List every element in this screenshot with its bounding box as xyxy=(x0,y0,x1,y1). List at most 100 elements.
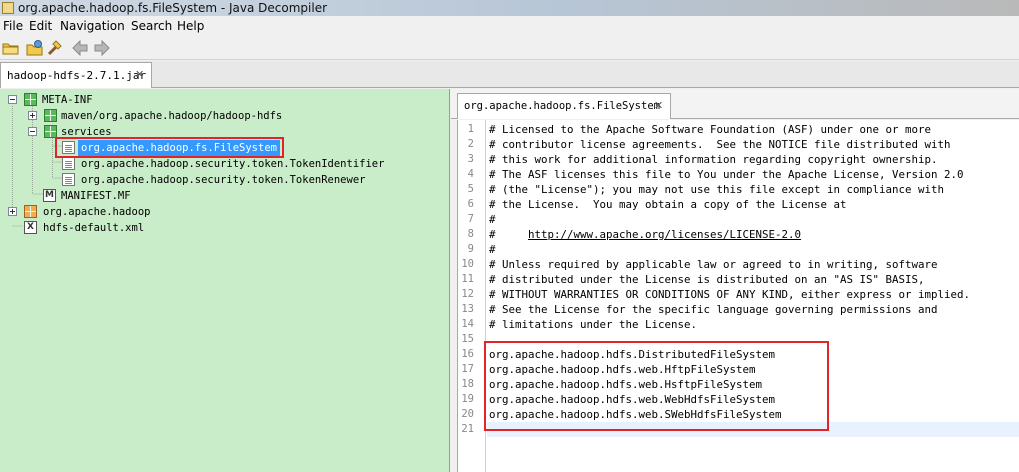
tree-node-meta-inf[interactable]: META-INF xyxy=(0,92,450,108)
jar-tab[interactable]: hadoop-hdfs-2.7.1.jar ✕ xyxy=(0,62,152,88)
code-line: org.apache.hadoop.hdfs.web.HftpFileSyste… xyxy=(489,363,756,376)
code-line: # contributor license agreements. See th… xyxy=(489,138,951,151)
line-number: 19 xyxy=(461,393,474,405)
line-number: 21 xyxy=(461,423,474,435)
line-number: 7 xyxy=(467,213,474,225)
tree-node-tokenrenewer[interactable]: org.apache.hadoop.security.token.TokenRe… xyxy=(0,172,450,188)
tree-node-tokenidentifier[interactable]: org.apache.hadoop.security.token.TokenId… xyxy=(0,156,450,172)
collapse-icon[interactable] xyxy=(8,95,17,104)
code-line: # (the "License"); you may not use this … xyxy=(489,183,945,196)
tree-label-maven: maven/org.apache.hadoop/hadoop-hdfs xyxy=(61,110,283,122)
close-icon[interactable]: ✕ xyxy=(654,100,663,112)
java-decompiler-window: org.apache.hadoop.fs.FileSystem - Java D… xyxy=(0,0,1019,472)
tree-label-filesystem-selected: org.apache.hadoop.fs.FileSystem xyxy=(78,140,280,156)
jar-tab-strip: hadoop-hdfs-2.7.1.jar ✕ xyxy=(0,61,1019,88)
code-line: # http://www.apache.org/licenses/LICENSE… xyxy=(489,228,802,241)
code-line: # The ASF licenses this file to You unde… xyxy=(489,168,964,181)
collapse-icon[interactable] xyxy=(28,127,37,136)
line-number: 13 xyxy=(461,303,474,315)
line-number: 17 xyxy=(461,363,474,375)
code-line: # See the License for the specific langu… xyxy=(489,303,938,316)
code-line: org.apache.hadoop.hdfs.web.HsftpFileSyst… xyxy=(489,378,763,391)
code-line: org.apache.hadoop.hdfs.web.SWebHdfsFileS… xyxy=(489,408,782,421)
menu-edit[interactable]: Edit xyxy=(29,16,52,36)
line-number: 9 xyxy=(467,243,474,255)
line-number-gutter: 1 2 3 4 5 6 7 8 9 10 11 12 13 14 15 16 1… xyxy=(458,120,486,472)
forward-icon[interactable] xyxy=(92,39,110,57)
line-number: 1 xyxy=(467,123,474,135)
code-line: org.apache.hadoop.hdfs.DistributedFileSy… xyxy=(489,348,776,361)
package-icon xyxy=(24,205,37,218)
line-number: 3 xyxy=(467,153,474,165)
file-icon xyxy=(62,157,75,170)
code-line: # Licensed to the Apache Software Founda… xyxy=(489,123,932,136)
tree-node-hdfs-default[interactable]: X hdfs-default.xml xyxy=(0,220,450,236)
code-line: # this work for additional information r… xyxy=(489,153,938,166)
menu-help[interactable]: Help xyxy=(177,16,204,36)
line-number: 2 xyxy=(467,138,474,150)
line-number: 18 xyxy=(461,378,474,390)
back-icon[interactable] xyxy=(72,39,90,57)
tree-label-services: services xyxy=(61,126,112,138)
code-line: org.apache.hadoop.hdfs.web.WebHdfsFileSy… xyxy=(489,393,776,406)
line-number: 12 xyxy=(461,288,474,300)
code-line: # WITHOUT WARRANTIES OR CONDITIONS OF AN… xyxy=(489,288,971,301)
toolbar xyxy=(0,36,1019,60)
line-number: 16 xyxy=(461,348,474,360)
expand-icon[interactable] xyxy=(8,207,17,216)
line-number: 14 xyxy=(461,318,474,330)
app-icon xyxy=(2,2,14,14)
tree-node-filesystem[interactable]: org.apache.hadoop.fs.FileSystem xyxy=(0,140,450,156)
tree-node-manifest[interactable]: M MANIFEST.MF xyxy=(0,188,450,204)
tree-label-manifest: MANIFEST.MF xyxy=(61,190,131,202)
expand-icon[interactable] xyxy=(28,111,37,120)
jar-tab-label: hadoop-hdfs-2.7.1.jar xyxy=(7,69,147,82)
line-number: 8 xyxy=(467,228,474,240)
close-icon[interactable]: ✕ xyxy=(135,69,144,81)
tree-node-org-apache-hadoop[interactable]: org.apache.hadoop xyxy=(0,204,450,220)
code-line: # Unless required by applicable law or a… xyxy=(489,258,938,271)
code-line: # xyxy=(489,213,496,226)
search-icon[interactable] xyxy=(46,39,64,57)
code-line: # distributed under the License is distr… xyxy=(489,273,925,286)
tree-node-services[interactable]: services xyxy=(0,124,450,140)
license-link[interactable]: http://www.apache.org/licenses/LICENSE-2… xyxy=(528,228,801,241)
line-number: 4 xyxy=(467,168,474,180)
line-number: 20 xyxy=(461,408,474,420)
line-number: 11 xyxy=(461,273,474,285)
editor-tab-label: org.apache.hadoop.fs.FileSystem xyxy=(464,100,660,112)
open-folder-icon[interactable] xyxy=(2,39,20,57)
tree-label-tokenidentifier: org.apache.hadoop.security.token.TokenId… xyxy=(81,158,385,170)
menu-search[interactable]: Search xyxy=(131,16,172,36)
xml-file-icon: X xyxy=(24,221,37,234)
code-line: # limitations under the License. xyxy=(489,318,698,331)
file-icon xyxy=(62,141,75,154)
package-tree[interactable]: META-INF maven/org.apache.hadoop/hadoop-… xyxy=(0,89,450,472)
current-line-highlight xyxy=(487,422,1019,437)
tree-label-hdfs-default: hdfs-default.xml xyxy=(43,222,145,234)
editor-tab[interactable]: org.apache.hadoop.fs.FileSystem ✕ xyxy=(457,93,671,119)
menu-bar: File Edit Navigation Search Help xyxy=(0,16,1019,36)
file-icon xyxy=(62,173,75,186)
tree-label-meta-inf: META-INF xyxy=(42,94,93,106)
line-number: 5 xyxy=(467,183,474,195)
tree-label-org-apache-hadoop: org.apache.hadoop xyxy=(43,206,151,218)
code-line: # xyxy=(489,243,496,256)
package-icon xyxy=(24,93,37,106)
tree-label-tokenrenewer: org.apache.hadoop.security.token.TokenRe… xyxy=(81,174,366,186)
package-icon xyxy=(44,125,57,138)
line-number: 10 xyxy=(461,258,474,270)
menu-navigation[interactable]: Navigation xyxy=(60,16,125,36)
window-title: org.apache.hadoop.fs.FileSystem - Java D… xyxy=(18,1,328,15)
code-editor[interactable]: 1 2 3 4 5 6 7 8 9 10 11 12 13 14 15 16 1… xyxy=(457,120,1019,472)
line-number: 6 xyxy=(467,198,474,210)
code-line: # the License. You may obtain a copy of … xyxy=(489,198,847,211)
menu-file[interactable]: File xyxy=(3,16,23,36)
package-icon xyxy=(44,109,57,122)
manifest-icon: M xyxy=(43,189,56,202)
line-number: 15 xyxy=(461,333,474,345)
open-type-icon[interactable] xyxy=(26,39,44,57)
title-bar: org.apache.hadoop.fs.FileSystem - Java D… xyxy=(0,0,1019,16)
tree-node-maven[interactable]: maven/org.apache.hadoop/hadoop-hdfs xyxy=(0,108,450,124)
editor-tab-strip: org.apache.hadoop.fs.FileSystem ✕ xyxy=(451,89,1019,119)
